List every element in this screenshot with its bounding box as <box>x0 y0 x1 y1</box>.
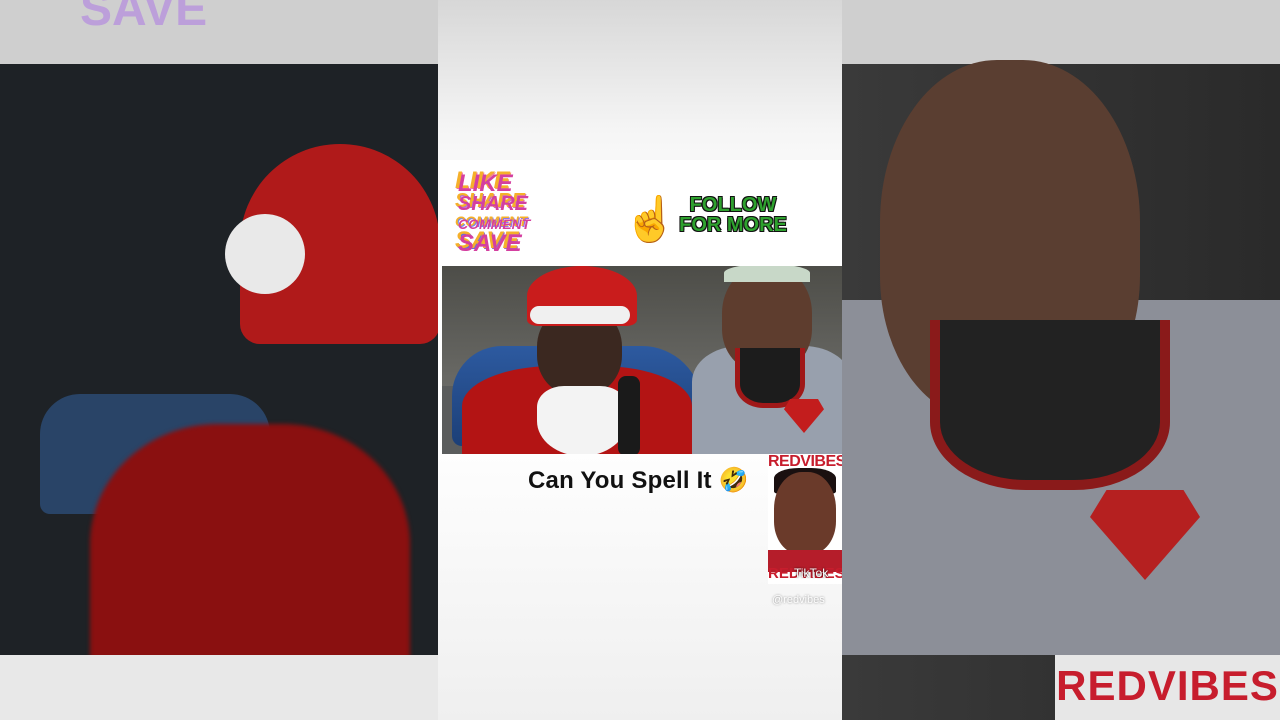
background-top-strip-right <box>842 0 1280 64</box>
interview-video[interactable] <box>442 266 842 454</box>
pointing-up-icon: ☝️ <box>623 195 678 244</box>
redvibes-watermark: REDVIBES REDVIBES <box>768 454 842 584</box>
microphone-icon <box>618 376 640 454</box>
follow-for-more-text: FOLLOW FOR MORE <box>678 195 788 235</box>
tiktok-handle: @redvibes <box>772 594 825 606</box>
like-text: LIKE <box>456 170 546 194</box>
blurred-video-left <box>0 64 438 720</box>
background-bottom-strip <box>0 655 438 720</box>
santa-beard <box>537 386 627 454</box>
background-top-strip: SAVE <box>0 0 438 64</box>
santa-pom-shape <box>225 214 305 294</box>
background-save-text: SAVE <box>80 0 208 36</box>
promo-banner: LIKE SHARE COMMENT SAVE ☝️ FOLLOW FOR MO… <box>438 160 842 266</box>
kufi-cap <box>724 266 810 282</box>
follow-line-2: FOR MORE <box>679 214 787 236</box>
redvibes-logo-large: REDVIBES <box>1055 655 1280 720</box>
share-text: SHARE <box>456 192 546 212</box>
follow-line-1: FOLLOW <box>689 194 777 216</box>
save-text: SAVE <box>456 230 546 254</box>
video-caption: Can You Spell It 🤣 <box>528 467 749 494</box>
like-share-comment-save-sticker: LIKE SHARE COMMENT SAVE <box>456 166 546 258</box>
santa-hat-brim <box>530 306 630 324</box>
background-left-panel: SAVE <box>0 0 438 720</box>
avatar-face <box>774 472 836 554</box>
collar-shape <box>930 320 1170 490</box>
video-frame[interactable]: LIKE SHARE COMMENT SAVE ☝️ FOLLOW FOR MO… <box>438 0 842 720</box>
tiktok-logo-icon: TikTok <box>794 566 829 580</box>
